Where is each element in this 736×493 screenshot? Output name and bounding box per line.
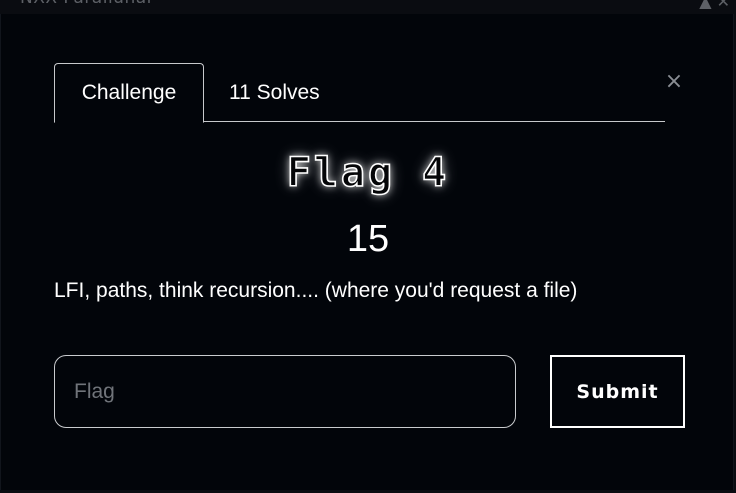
challenge-title: Flag 4 xyxy=(286,149,450,197)
challenge-tabs: Challenge 11 Solves xyxy=(54,63,665,123)
challenge-modal: × Challenge 11 Solves Flag 4 15 LFI, pat… xyxy=(0,14,734,490)
tab-solves-label: 11 Solves xyxy=(229,80,320,104)
background-icons: ▲ ✕ xyxy=(699,0,730,11)
submit-button[interactable]: Submit xyxy=(550,355,685,428)
tab-challenge-label: Challenge xyxy=(81,81,177,104)
tab-solves[interactable]: 11 Solves xyxy=(229,63,320,122)
challenge-points: 15 xyxy=(346,218,390,260)
challenge-description: LFI, paths, think recursion.... (where y… xyxy=(54,279,578,302)
flag-input[interactable] xyxy=(54,355,516,428)
background-text: NXX Parallunal xyxy=(20,0,152,8)
tab-challenge[interactable]: Challenge xyxy=(54,63,204,123)
close-icon[interactable]: × xyxy=(663,71,685,94)
